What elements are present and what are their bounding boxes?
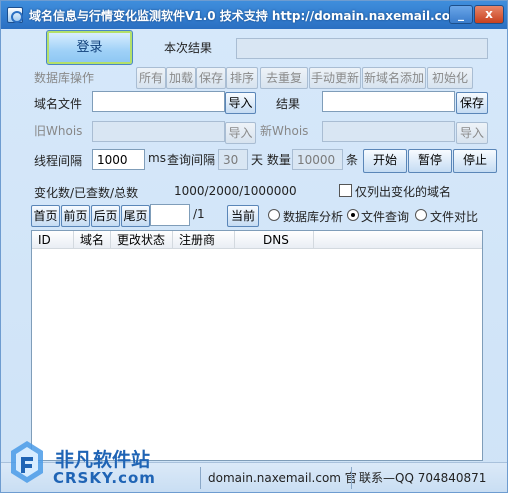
column-id[interactable]: ID	[32, 231, 74, 249]
db-manual-update-button[interactable]: 手动更新	[309, 67, 361, 89]
old-whois-import-button[interactable]: 导入	[225, 122, 256, 144]
app-icon	[7, 7, 23, 23]
prev-page-button[interactable]: 前页	[61, 205, 90, 227]
old-whois-input[interactable]	[92, 121, 225, 142]
new-whois-label: 新Whois	[260, 124, 309, 138]
status-cell-website: domain.naxemail.com 官	[208, 471, 357, 485]
mode-file-compare-label: 文件对比	[430, 210, 479, 224]
page-total: /1	[193, 207, 205, 221]
first-page-button[interactable]: 首页	[31, 205, 60, 227]
stats-label: 变化数/已查数/总数	[34, 186, 139, 200]
result-label: 本次结果	[164, 41, 213, 55]
domain-file-label: 域名文件	[34, 97, 83, 111]
window-title: 域名信息与行情变化监测软件V1.0 技术支持 http://domain.nax…	[29, 9, 463, 23]
column-registrar[interactable]: 注册商	[173, 231, 235, 249]
db-load-button[interactable]: 加载	[166, 67, 196, 89]
thread-interval-input[interactable]	[92, 149, 145, 170]
results-table[interactable]: ID 域名 更改状态 注册商 DNS	[31, 230, 483, 461]
count-input[interactable]	[292, 149, 343, 170]
watermark-text-bottom: CRSKY.com	[53, 469, 156, 487]
db-add-domain-button[interactable]: 新域名添加	[362, 67, 426, 89]
status-separator	[351, 467, 352, 489]
result-file-input[interactable]	[322, 91, 455, 112]
query-interval-input[interactable]	[218, 149, 248, 170]
start-button[interactable]: 开始	[363, 149, 407, 173]
table-header: ID 域名 更改状态 注册商 DNS	[32, 231, 482, 249]
only-changed-checkbox[interactable]	[339, 184, 352, 197]
page-number-input[interactable]	[150, 204, 190, 226]
login-button[interactable]: 登录	[46, 30, 133, 65]
ms-unit-label: ms	[148, 151, 166, 165]
stop-button[interactable]: 停止	[453, 149, 497, 173]
stats-value: 1000/2000/1000000	[174, 184, 297, 198]
title-bar[interactable]: 域名信息与行情变化监测软件V1.0 技术支持 http://domain.nax…	[1, 1, 507, 29]
new-whois-import-button[interactable]: 导入	[456, 122, 488, 144]
current-page-button[interactable]: 当前	[227, 205, 259, 227]
mode-file-query-radio[interactable]	[347, 209, 359, 221]
status-separator	[200, 467, 201, 489]
db-sort-button[interactable]: 排序	[226, 67, 258, 89]
next-page-button[interactable]: 后页	[91, 205, 120, 227]
only-changed-label: 仅列出变化的域名	[355, 185, 452, 199]
status-cell-contact: 联系—QQ 704840871	[359, 471, 487, 485]
crsky-logo-icon	[11, 441, 43, 483]
db-dedupe-button[interactable]: 去重复	[260, 67, 308, 89]
domain-file-import-button[interactable]: 导入	[225, 92, 256, 114]
domain-file-input[interactable]	[92, 91, 225, 112]
new-whois-input[interactable]	[322, 121, 455, 142]
db-ops-label: 数据库操作	[34, 71, 95, 85]
crsky-watermark: 非凡软件站 CRSKY.com	[7, 433, 157, 491]
count-unit-label: 条	[346, 153, 359, 167]
close-button[interactable]: x	[474, 5, 504, 24]
mode-db-analysis-label: 数据库分析	[283, 210, 344, 224]
column-dns[interactable]: DNS	[235, 231, 314, 249]
column-domain[interactable]: 域名	[74, 231, 111, 249]
result-file-label: 结果	[276, 97, 301, 111]
minimize-button[interactable]: _	[449, 5, 473, 24]
last-page-button[interactable]: 尾页	[121, 205, 150, 227]
pause-button[interactable]: 暂停	[408, 149, 452, 173]
days-count-label: 天 数量	[251, 153, 291, 167]
mode-file-query-label: 文件查询	[361, 210, 410, 224]
result-save-button[interactable]: 保存	[456, 92, 488, 114]
thread-interval-label: 线程间隔	[34, 154, 83, 168]
db-init-button[interactable]: 初始化	[427, 67, 473, 89]
column-change-status[interactable]: 更改状态	[111, 231, 173, 249]
db-all-button[interactable]: 所有	[136, 67, 166, 89]
result-field[interactable]	[236, 38, 488, 59]
db-save-button[interactable]: 保存	[196, 67, 226, 89]
query-interval-label: 查询间隔	[167, 153, 216, 167]
main-window: 域名信息与行情变化监测软件V1.0 技术支持 http://domain.nax…	[0, 0, 508, 493]
old-whois-label: 旧Whois	[34, 124, 83, 138]
mode-file-compare-radio[interactable]	[415, 209, 427, 221]
watermark-text-top: 非凡软件站	[55, 449, 151, 471]
mode-db-analysis-radio[interactable]	[268, 209, 280, 221]
